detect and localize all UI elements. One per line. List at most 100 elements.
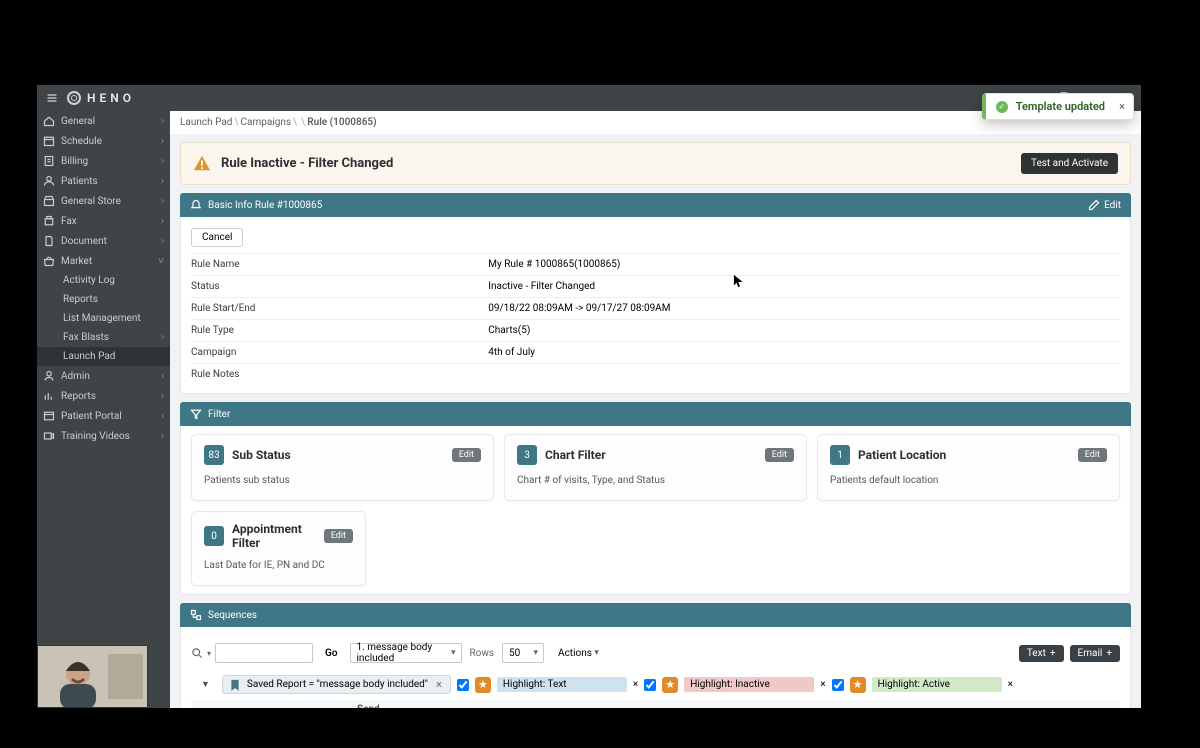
rows-value: 50 bbox=[509, 648, 520, 659]
breadcrumb-item[interactable]: Launch Pad bbox=[180, 117, 232, 128]
plus-icon: + bbox=[1106, 648, 1112, 659]
filter-card-sub-status: 83Sub StatusEditPatients sub status bbox=[191, 434, 494, 501]
edit-filter-button[interactable]: Edit bbox=[765, 448, 794, 462]
highlight-active-checkbox[interactable] bbox=[832, 679, 844, 691]
info-value: My Rule # 1000865(1000865) bbox=[488, 254, 1120, 276]
billing-icon bbox=[43, 155, 55, 167]
bookmark-icon bbox=[229, 679, 241, 691]
sidebar-item-schedule[interactable]: Schedule› bbox=[37, 131, 170, 151]
sidebar-item-general[interactable]: General› bbox=[37, 111, 170, 131]
doc-icon bbox=[43, 235, 55, 247]
menu-toggle[interactable] bbox=[37, 92, 67, 104]
sequences-title: Sequences bbox=[208, 610, 257, 621]
sidebar-sub-list-management[interactable]: List Management bbox=[37, 309, 170, 328]
sidebar-item-billing[interactable]: Billing› bbox=[37, 151, 170, 171]
warning-icon bbox=[193, 155, 211, 173]
search-input[interactable] bbox=[215, 643, 313, 663]
remove-highlight-text[interactable]: × bbox=[633, 679, 638, 690]
filter-card-patient-location: 1Patient LocationEditPatients default lo… bbox=[817, 434, 1120, 501]
highlight-active-label: Highlight: Active bbox=[872, 677, 1002, 692]
highlight-text-checkbox[interactable] bbox=[457, 679, 469, 691]
sidebar-label: General bbox=[61, 116, 95, 127]
filter-card-desc: Chart # of visits, Type, and Status bbox=[517, 475, 794, 486]
edit-filter-button[interactable]: Edit bbox=[1078, 448, 1107, 462]
remove-highlight-active[interactable]: × bbox=[1008, 679, 1013, 690]
sidebar-label: Fax Blasts bbox=[63, 332, 109, 343]
column-header[interactable]: Message Body bbox=[522, 700, 1120, 708]
sidebar-sub-reports[interactable]: Reports bbox=[37, 290, 170, 309]
test-activate-button[interactable]: Test and Activate bbox=[1021, 153, 1118, 174]
chevron-right-icon: › bbox=[161, 196, 164, 207]
rows-select[interactable]: 50 bbox=[502, 643, 544, 663]
remove-highlight-inactive[interactable]: × bbox=[820, 679, 825, 690]
column-header[interactable]: Subject bbox=[413, 700, 459, 708]
chevron-right-icon: › bbox=[161, 431, 164, 442]
chevron-right-icon: › bbox=[161, 411, 164, 422]
highlight-inactive-checkbox[interactable] bbox=[644, 679, 656, 691]
info-key: Rule Start/End bbox=[191, 298, 488, 320]
filter-card-chart-filter: 3Chart FilterEditChart # of visits, Type… bbox=[504, 434, 807, 501]
edit-label: Edit bbox=[1104, 200, 1121, 211]
actions-label: Actions bbox=[558, 648, 592, 659]
sidebar-item-patients[interactable]: Patients› bbox=[37, 171, 170, 191]
collapse-toggle[interactable]: ▼ bbox=[195, 679, 216, 690]
breadcrumb-item[interactable]: Campaigns bbox=[241, 117, 292, 128]
success-icon: ✓ bbox=[996, 101, 1008, 113]
chevron-right-icon: › bbox=[161, 156, 164, 167]
go-button[interactable]: Go bbox=[321, 648, 341, 659]
sidebar-item-patient-portal[interactable]: Patient Portal› bbox=[37, 406, 170, 426]
report-select-label: 1. message body included bbox=[357, 642, 445, 664]
calendar-icon bbox=[43, 135, 55, 147]
sidebar-item-general-store[interactable]: General Store› bbox=[37, 191, 170, 211]
sidebar-sub-launch-pad[interactable]: Launch Pad bbox=[37, 347, 170, 366]
sidebar-item-market[interactable]: Market˅ bbox=[37, 251, 170, 271]
store-icon bbox=[43, 195, 55, 207]
sidebar-item-document[interactable]: Document› bbox=[37, 231, 170, 251]
chevron-down-icon[interactable]: ▾ bbox=[207, 649, 211, 658]
info-value: Charts(5) bbox=[488, 320, 1120, 342]
info-value: Inactive - Filter Changed bbox=[488, 276, 1120, 298]
filter-card-title: Appointment Filter bbox=[232, 522, 316, 550]
info-key: Rule Notes bbox=[191, 364, 488, 386]
filter-card-desc: Patients default location bbox=[830, 475, 1107, 486]
column-header[interactable]: Description bbox=[459, 700, 522, 708]
add-text-button[interactable]: Text + bbox=[1019, 645, 1064, 662]
edit-basic-info[interactable]: Edit bbox=[1088, 199, 1121, 211]
sidebar-item-training-videos[interactable]: Training Videos› bbox=[37, 426, 170, 446]
info-key: Rule Name bbox=[191, 254, 488, 276]
info-key: Status bbox=[191, 276, 488, 298]
cancel-button[interactable]: Cancel bbox=[191, 228, 243, 247]
sidebar-sub-fax-blasts[interactable]: Fax Blasts› bbox=[37, 328, 170, 347]
chevron-right-icon: › bbox=[161, 236, 164, 247]
sidebar-label: Admin bbox=[61, 371, 90, 382]
column-header[interactable]: Send Delay bbox=[351, 700, 413, 708]
chevron-right-icon: › bbox=[161, 216, 164, 227]
chevron-right-icon: › bbox=[161, 391, 164, 402]
column-header[interactable]: Edit bbox=[191, 700, 220, 708]
edit-filter-button[interactable]: Edit bbox=[452, 448, 481, 462]
info-value: 09/18/22 08:09AM -> 09/17/27 08:09AM bbox=[488, 298, 1120, 320]
column-header[interactable]: Name bbox=[254, 700, 351, 708]
sidebar-item-admin[interactable]: Admin› bbox=[37, 366, 170, 386]
filter-icon bbox=[190, 408, 202, 420]
alert-title: Rule Inactive - Filter Changed bbox=[221, 156, 393, 171]
edit-filter-button[interactable]: Edit bbox=[324, 529, 353, 543]
report-select[interactable]: 1. message body included bbox=[350, 643, 462, 663]
sidebar-item-reports[interactable]: Reports› bbox=[37, 386, 170, 406]
home-icon bbox=[43, 115, 55, 127]
rule-status-alert: Rule Inactive - Filter Changed Test and … bbox=[180, 142, 1131, 185]
sidebar-sub-activity-log[interactable]: Activity Log bbox=[37, 271, 170, 290]
actions-menu[interactable]: Actions bbox=[552, 643, 604, 663]
sidebar-label: List Management bbox=[63, 313, 141, 324]
sidebar-item-fax[interactable]: Fax› bbox=[37, 211, 170, 231]
filter-card-appointment-filter: 0Appointment FilterEditLast Date for IE,… bbox=[191, 511, 366, 586]
webcam-overlay bbox=[37, 645, 148, 708]
filter-card-title: Patient Location bbox=[858, 448, 946, 462]
sidebar-label: Launch Pad bbox=[63, 351, 115, 362]
column-header[interactable]: Type bbox=[220, 700, 254, 708]
remove-saved-report[interactable]: × bbox=[434, 678, 444, 691]
brand-text: HENO bbox=[87, 91, 135, 105]
add-email-button[interactable]: Email + bbox=[1070, 645, 1120, 662]
sidebar-label: Activity Log bbox=[63, 275, 115, 286]
toast-close[interactable]: × bbox=[1119, 100, 1125, 113]
